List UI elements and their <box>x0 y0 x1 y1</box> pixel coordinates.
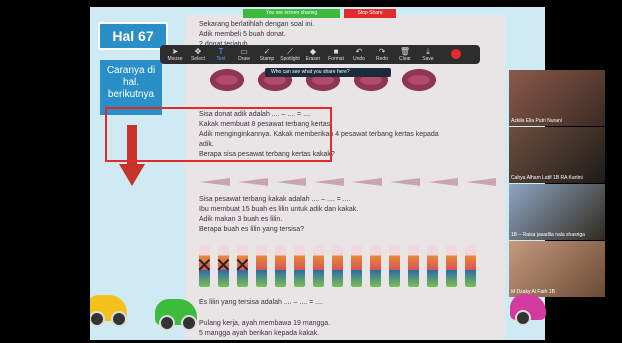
stamp-tool[interactable]: ✓ Stamp <box>256 47 278 63</box>
annotation-toolbar: ➤ Mouse ✥ Select T Text ▭ Draw ✓ Stamp ⟋ Spotl… <box>160 45 480 64</box>
popsicle-image <box>351 245 362 287</box>
participant-video-tile[interactable]: Azkila Elia Putri Nurani <box>509 70 605 126</box>
participant-video-tile[interactable]: M Dzaky Al Fath 1B <box>509 241 605 297</box>
popsicle-image <box>408 245 419 287</box>
popsicle-image <box>389 245 400 287</box>
popsicle-image <box>370 245 381 287</box>
sharing-status: You are screen sharing <box>243 9 340 18</box>
problem-line: 5 mangga ayah berikan kepada kakak. <box>199 330 320 337</box>
paper-plane-image <box>238 178 268 186</box>
down-arrow-icon <box>119 164 145 186</box>
screen-share-bar: You are screen sharing Stop Share <box>243 9 396 18</box>
popsicle-image <box>313 245 324 287</box>
popsicle-answer: Es lilin yang tersisa adalah .... – ....… <box>199 299 323 306</box>
popsicle-image <box>465 245 476 287</box>
paper-plane-image <box>428 178 458 186</box>
participant-name: Azkila Elia Putri Nurani <box>511 118 562 124</box>
donut-image <box>402 69 436 91</box>
worksheet-line: Sekarang berlatihlah dengan soal ini. <box>199 21 315 28</box>
select-icon: ✥ <box>194 47 202 56</box>
cursor-icon: ➤ <box>171 47 179 56</box>
popsicle-crossed-image <box>196 245 213 287</box>
problem-line: Adik makan 3 buah es lilin. <box>199 216 283 223</box>
text-tool[interactable]: T Text <box>210 47 232 63</box>
paper-plane-image <box>200 178 230 186</box>
spotlight-tool[interactable]: ⟋ Spotlight <box>279 47 301 63</box>
checkmark-icon: ✓ <box>263 47 271 56</box>
select-tool[interactable]: ✥ Select <box>187 47 209 63</box>
worksheet-line: Adik membeli 5 buah donat. <box>199 31 286 38</box>
mouse-tool[interactable]: ➤ Mouse <box>164 47 186 63</box>
spotlight-icon: ⟋ <box>287 47 293 56</box>
popsicle-image <box>256 245 267 287</box>
paper-plane-image <box>466 178 496 186</box>
format-icon: ■ <box>333 47 339 56</box>
participant-video-tile[interactable]: Cahya Alham Latif 1B RA Kartini <box>509 127 605 183</box>
paper-plane-image <box>352 178 382 186</box>
draw-tool[interactable]: ▭ Draw <box>233 47 255 63</box>
annotation-visibility-banner[interactable]: Who can see what you share here? <box>265 68 391 77</box>
plane-question: Sisa pesawat terbang kakak adalah .... –… <box>199 196 351 203</box>
eraser-tool[interactable]: ◆ Eraser <box>302 47 324 63</box>
popsicle-image <box>294 245 305 287</box>
popsicle-image <box>332 245 343 287</box>
participant-video-tile[interactable]: 1B – Raisa jasadila nala shasriga <box>509 184 605 240</box>
paper-plane-image <box>276 178 306 186</box>
draw-icon: ▭ <box>240 47 248 56</box>
popsicle-crossed-image <box>234 245 251 287</box>
highlight-annotation-box <box>105 107 332 162</box>
trash-icon: 🗑 <box>399 47 411 56</box>
save-icon: ⤓ <box>426 47 430 56</box>
yellow-car-image <box>90 295 127 327</box>
eraser-icon: ◆ <box>309 47 317 56</box>
popsicle-image <box>446 245 457 287</box>
donut-image <box>210 69 244 91</box>
save-button[interactable]: ⤓ Save <box>417 47 439 63</box>
popsicle-image <box>427 245 438 287</box>
paper-plane-image <box>314 178 344 186</box>
green-car-image <box>155 299 197 331</box>
problem-line: Berapa buah es lilin yang tersisa? <box>199 226 305 233</box>
paper-plane-image <box>390 178 420 186</box>
page-number-label: Hal 67 <box>98 22 168 50</box>
close-toolbar-button[interactable] <box>451 49 461 59</box>
undo-icon: ↶ <box>355 47 363 56</box>
popsicle-image <box>275 245 286 287</box>
redo-button[interactable]: ↷ Redo <box>371 47 393 63</box>
participant-name: Cahya Alham Latif 1B RA Kartini <box>511 175 583 181</box>
stop-share-button[interactable]: Stop Share <box>344 9 396 18</box>
problem-line: Pulang kerja, ayah membawa 19 mangga. <box>199 320 331 327</box>
clear-button[interactable]: 🗑 Clear <box>394 47 416 63</box>
undo-button[interactable]: ↶ Undo <box>348 47 370 63</box>
problem-line: Ibu membuat 15 buah es lilin untuk adik … <box>199 206 359 213</box>
format-tool[interactable]: ■ Format <box>325 47 347 63</box>
redo-icon: ↷ <box>378 47 386 56</box>
popsicle-crossed-image <box>215 245 232 287</box>
participant-name: 1B – Raisa jasadila nala shasriga <box>511 232 585 238</box>
text-icon: T <box>218 47 224 56</box>
